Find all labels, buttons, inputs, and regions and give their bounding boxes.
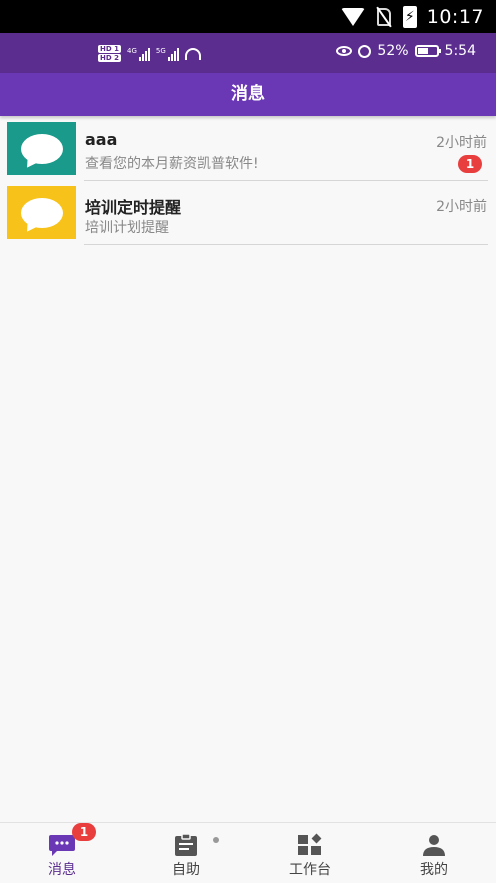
battery-charging-icon: [402, 6, 417, 28]
message-subtitle: 培训计划提醒: [85, 220, 169, 236]
nav-dot: [213, 837, 219, 843]
nav-label: 消息: [48, 862, 76, 878]
message-icon: [49, 835, 75, 856]
unread-badge: 1: [458, 155, 482, 173]
eye-icon: [336, 46, 353, 56]
system-status-bar: 10:17: [0, 0, 496, 33]
nav-item-mine[interactable]: 我的: [372, 823, 496, 883]
message-subtitle: 查看您的本月薪资凯普软件!: [85, 156, 259, 172]
message-title: 培训定时提醒: [85, 198, 182, 217]
battery-percent: 52%: [377, 43, 409, 59]
workbench-icon: [298, 833, 322, 855]
message-list: aaa 查看您的本月薪资凯普软件! 2小时前 1 培训定时提醒 培训计划提醒 2…: [0, 117, 496, 245]
chat-bubble-icon: [7, 186, 76, 239]
app-status-bar: HD 1 HD 2 4G 5G 52% 5:54: [0, 33, 496, 73]
message-time: 2小时前: [436, 199, 487, 215]
person-icon: [423, 835, 445, 856]
nav-item-self-service[interactable]: 自助: [124, 823, 248, 883]
bottom-nav: 1 消息 自助 工作台 我的: [0, 822, 496, 883]
divider: [84, 244, 488, 245]
clipboard-icon: [175, 833, 197, 856]
message-time: 2小时前: [436, 135, 487, 151]
list-item[interactable]: aaa 查看您的本月薪资凯普软件! 2小时前 1: [0, 117, 496, 181]
page-title: 消息: [0, 73, 496, 116]
nav-label: 我的: [420, 862, 448, 878]
app-status-time: 5:54: [444, 43, 476, 59]
hd-indicator: HD 1 HD 2: [98, 45, 121, 62]
nav-label: 工作台: [289, 862, 331, 878]
nav-item-workbench[interactable]: 工作台: [248, 823, 372, 883]
wifi-icon: [340, 8, 365, 26]
signal-1-icon: 4G: [127, 47, 150, 61]
system-time: 10:17: [426, 6, 484, 28]
nav-badge: 1: [72, 823, 96, 841]
no-sim-icon: [375, 7, 393, 27]
message-title: aaa: [85, 130, 118, 149]
list-item[interactable]: 培训定时提醒 培训计划提醒 2小时前: [0, 181, 496, 245]
nav-item-messages[interactable]: 1 消息: [0, 823, 124, 883]
nav-label: 自助: [172, 862, 200, 878]
alarm-icon: [358, 44, 372, 58]
signal-2-icon: 5G: [156, 47, 179, 61]
chat-bubble-icon: [7, 122, 76, 175]
battery-icon: [414, 45, 441, 57]
wifi-small-icon: [184, 47, 201, 60]
